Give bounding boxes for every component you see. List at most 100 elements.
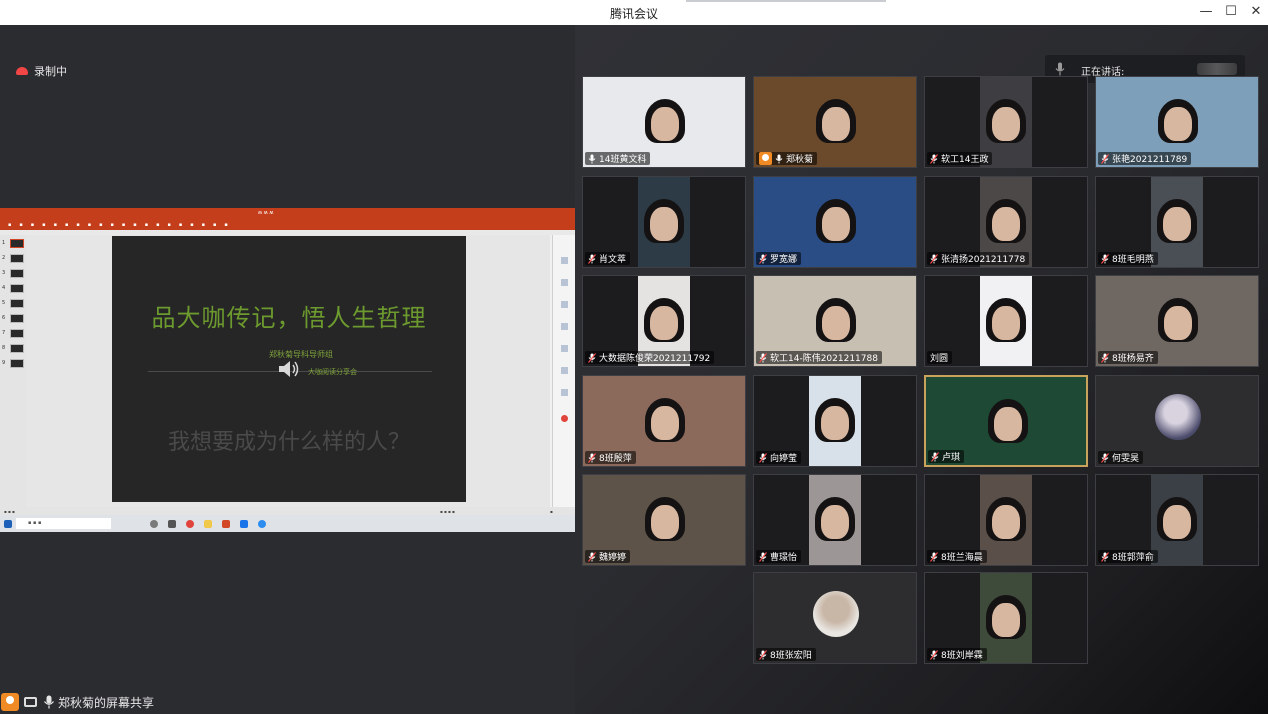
- participant-tile[interactable]: 8班郭萍俞: [1095, 474, 1259, 566]
- mic-muted-icon: [588, 352, 596, 363]
- participant-tile[interactable]: 张清扬2021211778: [924, 176, 1088, 268]
- flower-icon: [561, 415, 568, 422]
- participant-face: [992, 107, 1020, 141]
- start-icon: [4, 520, 12, 528]
- mic-muted-icon: [1101, 153, 1109, 164]
- slide-thumbnail[interactable]: [10, 329, 24, 338]
- participant-tile[interactable]: 8班刘岸霖: [924, 572, 1088, 664]
- participant-tile[interactable]: 8班兰海晨: [924, 474, 1088, 566]
- participant-tile[interactable]: 软工14-陈伟2021211788: [753, 275, 917, 367]
- participant-tile[interactable]: 魏婷婷: [582, 474, 746, 566]
- shared-screen[interactable]: ʍ ʍ ʍ ▪ ▪ ▪ ▪ ▪ ▪ ▪ ▪ ▪ ▪ ▪ ▪ ▪ ▪ ▪ ▪ ▪ ▪ ▪ ▪ 1 2 3 4 5 6 7 8 9 品大咖…: [0, 208, 575, 532]
- participant-face: [1164, 107, 1192, 141]
- participant-tile[interactable]: 大数据陈俊荣2021211792: [582, 275, 746, 367]
- panel-icon: [561, 323, 568, 330]
- recording-label: 录制中: [34, 65, 67, 78]
- participant-tile[interactable]: 8班张宏阳: [753, 572, 917, 664]
- participant-face: [650, 306, 678, 340]
- participant-tile[interactable]: 何雯昊: [1095, 375, 1259, 467]
- participant-tile[interactable]: 向婷莹: [753, 375, 917, 467]
- participant-tile[interactable]: 软工14王政: [924, 76, 1088, 168]
- mic-muted-icon: [930, 649, 938, 660]
- screen-share-pane: 录制中 ʍ ʍ ʍ ▪ ▪ ▪ ▪ ▪ ▪ ▪ ▪ ▪ ▪ ▪ ▪ ▪ ▪ ▪ ▪ ▪ ▪ ▪ ▪ 1 2 3 4 5 6 7 8 9…: [0, 25, 575, 714]
- mic-muted-icon: [1101, 352, 1109, 363]
- slide-thumb-number: 2: [2, 255, 6, 261]
- participant-video: [980, 276, 1032, 366]
- participant-name: 肖文萃: [599, 255, 627, 265]
- speaker-icon: [279, 361, 299, 377]
- participant-name: 刘圆: [930, 354, 949, 364]
- mic-muted-icon: [588, 253, 596, 264]
- slide-thumb-number: 6: [2, 315, 6, 321]
- panel-icon: [561, 345, 568, 352]
- participant-name: 软工14王政: [941, 155, 989, 165]
- participant-tile[interactable]: 肖文萃: [582, 176, 746, 268]
- slide-thumbnail[interactable]: [10, 269, 24, 278]
- cloud-record-icon: [16, 67, 28, 75]
- maximize-button[interactable]: ☐: [1221, 3, 1241, 21]
- participant-tile[interactable]: 张艳2021211789: [1095, 76, 1259, 168]
- mic-muted-icon: [759, 452, 767, 463]
- slide-question: 我想要成为什么样的人？: [167, 430, 410, 455]
- window-titlebar: 腾讯会议 — ☐ ✕: [0, 0, 1268, 25]
- participant-name: 魏婷婷: [599, 553, 627, 563]
- participant-nametag: 罗宽娜: [756, 252, 802, 265]
- participant-name: 8班杨易齐: [1112, 354, 1154, 364]
- slide-thumbnail[interactable]: [10, 314, 24, 323]
- slide-thumbnail[interactable]: [10, 359, 24, 368]
- participant-face: [651, 406, 679, 440]
- mic-muted-icon: [759, 551, 767, 562]
- participant-name: 郑秋菊: [786, 155, 814, 165]
- participant-nametag: 8班殷萍: [585, 451, 636, 464]
- panel-icon: [561, 279, 568, 286]
- minimize-button[interactable]: —: [1196, 3, 1216, 21]
- participant-face: [651, 107, 679, 141]
- participant-video: [809, 376, 861, 466]
- participant-tile[interactable]: 8班殷萍: [582, 375, 746, 467]
- slide-thumbnail[interactable]: [10, 239, 24, 248]
- panel-icon: [561, 257, 568, 264]
- participant-nametag: 8班兰海晨: [927, 550, 987, 563]
- participant-tile[interactable]: 曹璟怡: [753, 474, 917, 566]
- slide-thumbnail[interactable]: [10, 299, 24, 308]
- host-badge-icon: [759, 152, 772, 165]
- mic-muted-icon: [1101, 253, 1109, 264]
- participant-nametag: 8班张宏阳: [756, 648, 816, 661]
- share-status-bar: 郑秋菊的屏幕共享: [0, 690, 160, 714]
- participant-nametag: 8班郭萍俞: [1098, 550, 1158, 563]
- participant-tile[interactable]: 卢琪: [924, 375, 1088, 467]
- slide-thumb-number: 1: [2, 240, 6, 246]
- slide-thumb-number: 9: [2, 360, 6, 366]
- mic-icon: [44, 695, 54, 709]
- participant-tile[interactable]: 8班毛明燕: [1095, 176, 1259, 268]
- participant-tile[interactable]: 郑秋菊: [753, 76, 917, 168]
- slide-thumb-number: 8: [2, 345, 6, 351]
- participant-nametag: 向婷莹: [756, 451, 802, 464]
- slide-thumbnail[interactable]: [10, 344, 24, 353]
- slide-thumbnail[interactable]: [10, 254, 24, 263]
- speaker-thumbnail: [1197, 63, 1237, 75]
- participant-tile[interactable]: 刘圆: [924, 275, 1088, 367]
- participant-video: [1151, 177, 1203, 267]
- chrome-icon: [186, 520, 194, 528]
- participant-name: 8班郭萍俞: [1112, 553, 1154, 563]
- participant-face: [994, 407, 1022, 441]
- participant-tile[interactable]: 罗宽娜: [753, 176, 917, 268]
- participant-nametag: 软工14王政: [927, 152, 993, 165]
- participant-face: [822, 306, 850, 340]
- participant-name: 张艳2021211789: [1112, 155, 1188, 165]
- cortana-icon: [150, 520, 158, 528]
- participant-video: [1151, 475, 1203, 565]
- participant-name: 曹璟怡: [770, 553, 798, 563]
- close-button[interactable]: ✕: [1246, 3, 1266, 21]
- participant-tile[interactable]: 14班黄文科: [582, 76, 746, 168]
- panel-icon: [561, 301, 568, 308]
- window-title: 腾讯会议: [609, 7, 658, 21]
- participant-name: 张清扬2021211778: [941, 255, 1026, 265]
- participant-nametag: 软工14-陈伟2021211788: [756, 351, 882, 364]
- slide-thumbnail[interactable]: [10, 284, 24, 293]
- participant-tile[interactable]: 8班杨易齐: [1095, 275, 1259, 367]
- participant-nametag: 8班杨易齐: [1098, 351, 1158, 364]
- recording-indicator[interactable]: 录制中: [16, 63, 67, 79]
- host-icon: [1, 693, 19, 711]
